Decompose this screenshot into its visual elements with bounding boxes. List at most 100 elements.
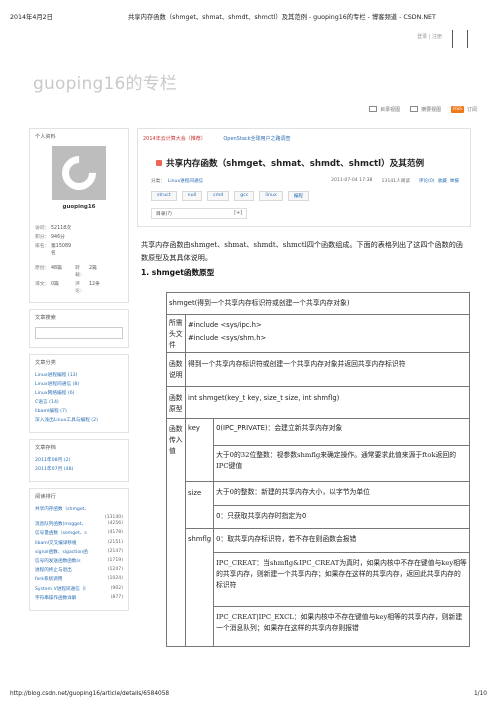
table-of-contents[interactable]: 目录(?) [+] xyxy=(151,208,247,219)
article-search-input[interactable] xyxy=(35,327,123,339)
blog-title[interactable]: guoping16的专栏 xyxy=(33,69,177,94)
avatar[interactable] xyxy=(52,146,106,200)
article-title[interactable]: 共享内存函数（shmget、shmat、shmdt、shmctl）及其范例 xyxy=(156,157,465,169)
print-header: 2014年4月2日 共享内存函数（shmget、shmat、shmdt、shmc… xyxy=(10,12,487,22)
promo-banner: 2014年云计算大会（推荐） OpenStack全球用户之路调查 xyxy=(143,135,465,142)
article-header: 2014年云计算大会（推荐） OpenStack全球用户之路调查 共享内存函数（… xyxy=(137,128,471,227)
list-view-icon xyxy=(369,106,378,112)
rss-icon: RSS xyxy=(451,105,464,113)
proto-label: 函数原型 xyxy=(166,386,186,419)
rank-heading: 阅读排行 xyxy=(35,494,56,500)
article-intro: 共享内存函数由shmget、shmat、shmdt、shmctl四个函数组成。下… xyxy=(141,240,463,262)
param-label: 函数传入值 xyxy=(166,418,186,647)
param-desc: IPC_CREAT：当shmflg&IPC_CREAT为真时，如果内核中不存在键… xyxy=(213,552,470,607)
category-link[interactable]: Linux进程间通信 (8) xyxy=(35,381,123,387)
rank-item[interactable]: signal函数、sigaction函 (2147) xyxy=(35,549,123,555)
tag[interactable]: gcc xyxy=(234,191,255,201)
section-heading: 1. shmget函数原型 xyxy=(141,268,215,277)
profile-panel: 个人资料 guoping16 访问： 52118次 积分： 946分 排名： 第150… xyxy=(29,128,129,303)
print-title: 共享内存函数（shmget、shmat、shmdt、shmctl）及其范例 - … xyxy=(128,14,436,21)
comments-link[interactable]: 评论(0) xyxy=(419,178,435,184)
headfile-label: 所需头文件 xyxy=(166,314,186,353)
rank-item[interactable]: fork系统调用 (1024) xyxy=(35,576,123,582)
param-key: key xyxy=(184,418,215,482)
stat-row: 译文： 0篇 评论： 12条 xyxy=(35,282,100,294)
category-link[interactable]: 深入浅出Linux工具与编程 (2) xyxy=(35,417,123,423)
summary-view-icon xyxy=(410,106,419,112)
param-desc: 大于0的整数：新建的共享内存大小，以字节为单位 xyxy=(213,481,470,506)
topbar-divider xyxy=(467,30,468,48)
main-content: 2014年云计算大会（推荐） OpenStack全球用户之路调查 共享内存函数（… xyxy=(135,128,471,284)
login-separator: | xyxy=(428,34,431,40)
category-link[interactable]: libaml编程 (7) xyxy=(35,408,123,414)
table-title: shmget(得到一个共享内存标识符或创建一个共享内存对象) xyxy=(166,292,470,315)
desc-label: 函数说明 xyxy=(166,352,186,387)
top-bar: 登录 | 注册 xyxy=(0,26,497,48)
archive-link[interactable]: 2011年07月 (48) xyxy=(35,466,123,472)
search-heading: 文章搜索 xyxy=(35,315,56,321)
stat-row: 原创： 48篇 转载： 2篇 xyxy=(35,266,97,278)
page-number: 1/10 xyxy=(473,691,487,697)
login-links: 登录 | 注册 xyxy=(417,33,442,40)
param-shmflg: shmflg xyxy=(184,528,215,647)
param-desc: IPC_CREAT|IPC_EXCL：如果内核中不存在键值与key相等的共享内存… xyxy=(213,606,470,647)
profile-heading: 个人资料 xyxy=(35,134,56,140)
stat-row: 排名： 第15089名 xyxy=(35,244,72,256)
archive-link[interactable]: 2011年08月 (2) xyxy=(35,457,123,463)
summary-view-button[interactable]: 摘要视图 xyxy=(410,106,441,113)
rss-subscribe-button[interactable]: RSS 订阅 xyxy=(451,105,477,113)
rank-item[interactable]: 消息队列函数(msgget、 (13140) (4256) xyxy=(35,515,123,527)
desc-text: 得到一个共享内存标识符或创建一个共享内存对象并返回共享内存标识符 xyxy=(185,352,470,387)
param-size: size xyxy=(184,481,215,529)
article-meta: 分类： Linux进程间通信 2011-07-04 17:38 13141人阅读… xyxy=(151,178,459,184)
search-panel: 文章搜索 xyxy=(29,309,129,348)
promo-link[interactable]: 2014年云计算大会（推荐） xyxy=(143,136,206,142)
tag[interactable]: struct xyxy=(151,191,177,201)
rank-item[interactable]: 字符串操作函数详解 (877) xyxy=(35,595,123,601)
rank-item[interactable]: 共享内存函数（shmget、 xyxy=(35,506,123,512)
login-link[interactable]: 登录 xyxy=(417,34,427,40)
param-desc: 0：只获取共享内存时指定为0 xyxy=(213,505,470,529)
print-date: 2014年4月2日 xyxy=(10,14,53,21)
collect-link[interactable]: 收藏 xyxy=(438,178,447,184)
archive-panel: 文章存档 2011年08月 (2) 2011年07月 (48) xyxy=(29,439,129,482)
sidebar: 个人资料 guoping16 访问： 52118次 积分： 946分 排名： 第150… xyxy=(29,128,129,617)
category-link[interactable]: Linux进程编程 (13) xyxy=(35,372,123,378)
post-date: 2011-07-04 17:38 xyxy=(331,178,373,183)
tag[interactable]: linux xyxy=(259,191,283,201)
rank-item[interactable]: libaml交叉编译移植 (2151) xyxy=(35,540,123,546)
param-desc: 0(IPC_PRIVATE)：会建立新共享内存对象 xyxy=(213,418,470,446)
register-link[interactable]: 注册 xyxy=(432,34,442,40)
category-link[interactable]: Linux网络编程 (6) xyxy=(35,390,123,396)
rank-item[interactable]: 信号量函数（semget、s (4178) xyxy=(35,530,123,536)
archive-heading: 文章存档 xyxy=(35,445,56,451)
page-url: http://blog.csdn.net/guoping16/article/d… xyxy=(10,691,170,697)
category-heading: 文章分类 xyxy=(35,360,56,366)
report-link[interactable]: 举报 xyxy=(450,178,459,184)
tag-list: struct null cmd gcc linux 编程 xyxy=(151,191,465,201)
shmget-table: shmget(得到一个共享内存标识符或创建一个共享内存对象) 所需头文件 #in… xyxy=(166,292,470,647)
category-link[interactable]: C语言 (14) xyxy=(35,399,123,405)
param-desc: 大于0的32位整数：视参数shmflg来确定操作。通常要求此值来源于ftok返回… xyxy=(213,445,470,482)
avatar-logo-icon xyxy=(54,148,104,198)
tag[interactable]: null xyxy=(181,191,203,201)
proto-text: int shmget(key_t key, size_t size, int s… xyxy=(185,386,470,419)
rank-panel: 阅读排行 共享内存函数（shmget、 消息队列函数(msgget、 (13140… xyxy=(29,488,129,611)
read-count: 13141人阅读 xyxy=(381,179,410,184)
topbar-divider xyxy=(452,30,453,48)
category-link[interactable]: Linux进程间通信 xyxy=(168,178,203,184)
stat-row: 积分： 946分 xyxy=(35,235,65,240)
rank-item[interactable]: System V进程间通信（I (902) xyxy=(35,586,123,592)
view-switcher: 目录视图 摘要视图 RSS 订阅 xyxy=(369,103,477,115)
toc-expand-button[interactable]: [+] xyxy=(234,211,242,216)
headfile-list: #include <sys/ipc.h> #include <sys/shm.h… xyxy=(185,314,470,353)
rank-item[interactable]: 进程的终止与退出 (1247) xyxy=(35,567,123,573)
original-badge-icon xyxy=(156,160,162,166)
promo-survey-link[interactable]: OpenStack全球用户之路调查 xyxy=(223,136,290,142)
tag[interactable]: 编程 xyxy=(287,191,310,201)
rank-item[interactable]: 信号的发送函数函数(s (1719) xyxy=(35,558,123,564)
list-view-button[interactable]: 目录视图 xyxy=(369,106,400,113)
stat-row: 访问： 52118次 xyxy=(35,226,72,231)
category-panel: 文章分类 Linux进程编程 (13) Linux进程间通信 (8) Linux… xyxy=(29,354,129,433)
tag[interactable]: cmd xyxy=(207,191,230,201)
